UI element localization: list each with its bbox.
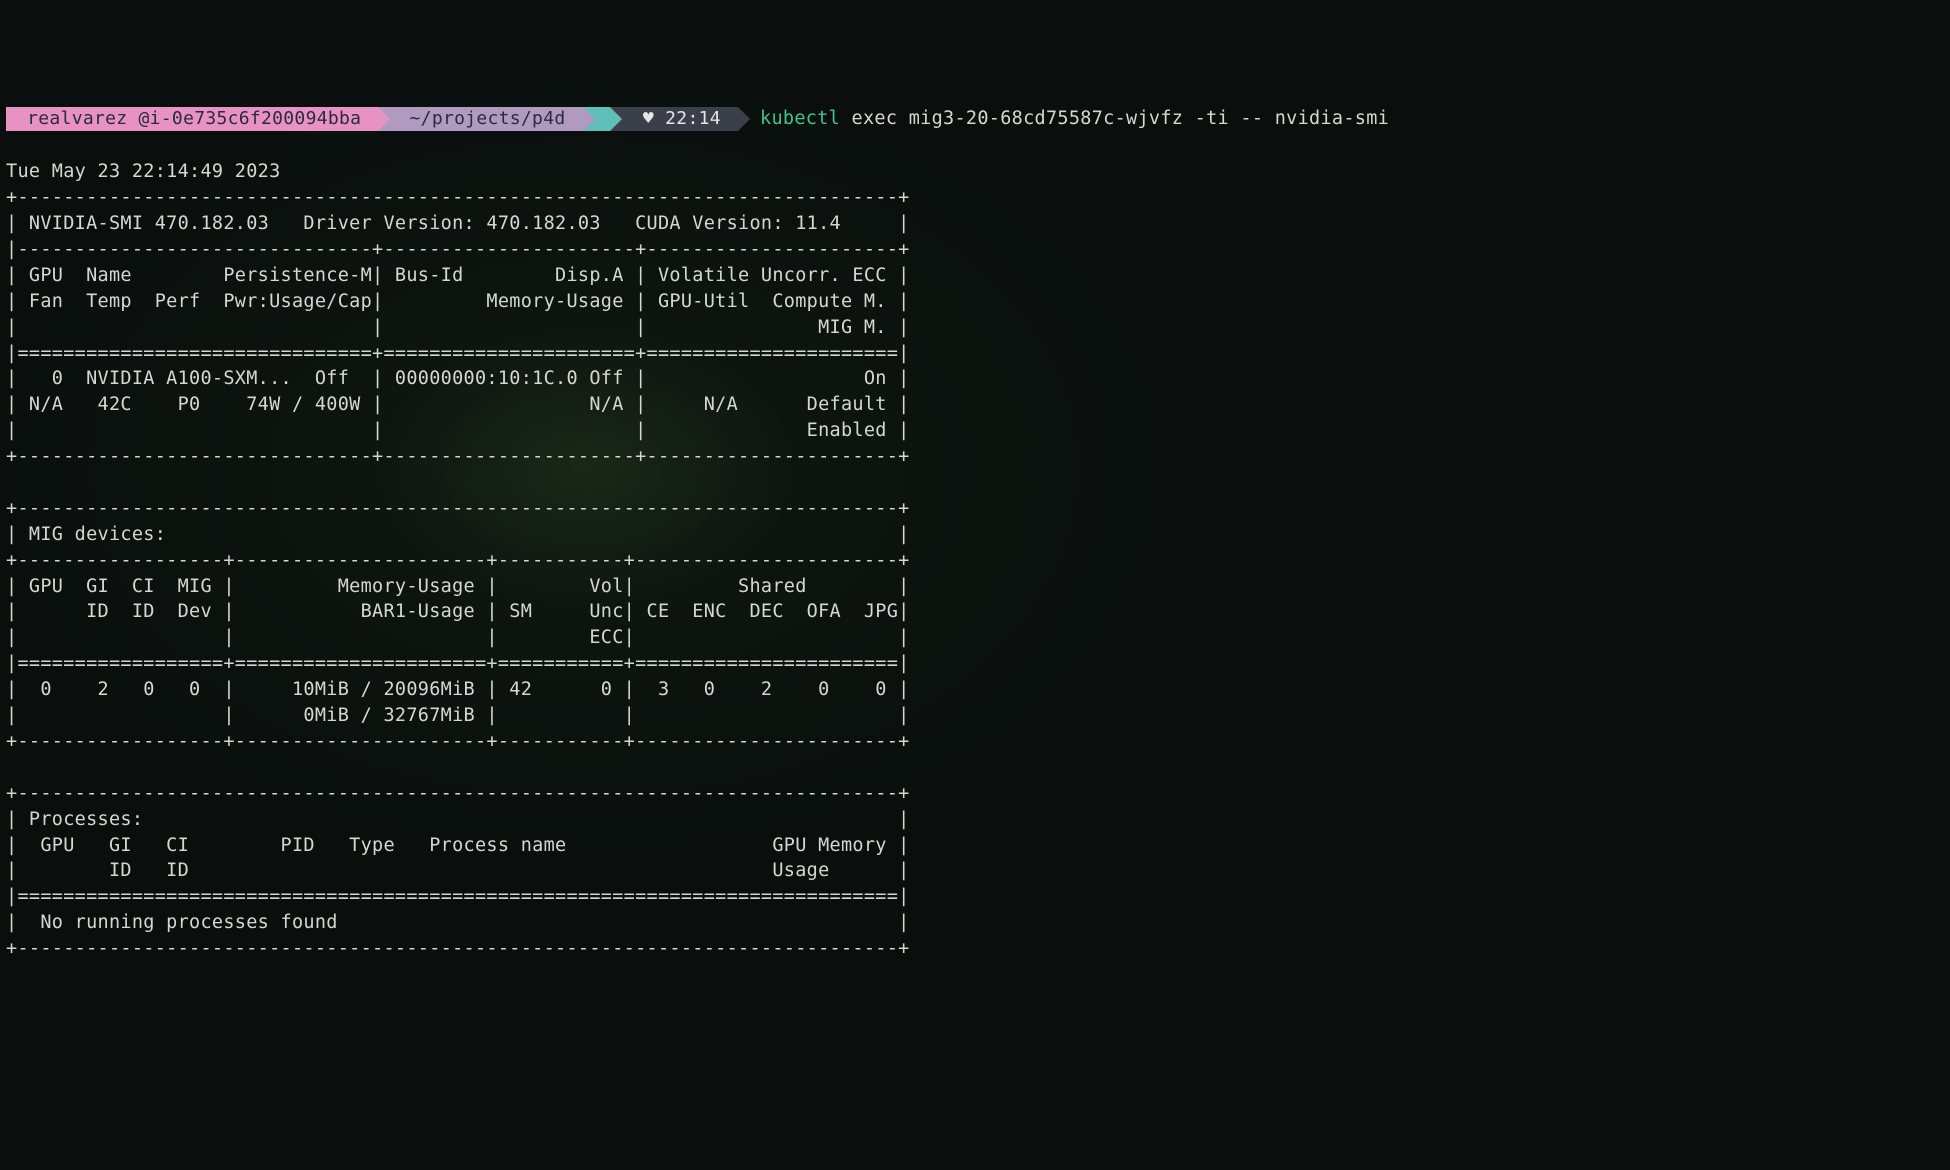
shell-command[interactable]: kubectl exec mig3-20-68cd75587c-wjvfz -t… bbox=[760, 106, 1389, 132]
gpu-header-row-1: | GPU Name Persistence-M| Bus-Id Disp.A … bbox=[6, 265, 910, 286]
gpu-header-row-3: | | | MIG M. | bbox=[6, 317, 910, 338]
processes-header-2: | ID ID Usage | bbox=[6, 860, 910, 881]
table-separator: |===============================+=======… bbox=[6, 343, 910, 364]
table-separator: |=======================================… bbox=[6, 886, 910, 907]
table-border: +---------------------------------------… bbox=[6, 783, 910, 804]
mig-header-row-2: | ID ID Dev | BAR1-Usage | SM Unc| CE EN… bbox=[6, 601, 910, 622]
mig-header-row-1: | GPU GI CI MIG | Memory-Usage | Vol| Sh… bbox=[6, 576, 910, 597]
header-versions: | NVIDIA-SMI 470.182.03 Driver Version: … bbox=[6, 213, 910, 234]
gpu-row-1: | 0 NVIDIA A100-SXM... Off | 00000000:10… bbox=[6, 368, 910, 389]
output-timestamp: Tue May 23 22:14:49 2023 bbox=[6, 161, 281, 182]
prompt-path: ~/projects/p4d bbox=[410, 108, 566, 129]
prompt-time-segment: ♥ 22:14 bbox=[610, 107, 738, 131]
prompt-user: realvarez bbox=[27, 108, 127, 129]
gpu-row-3: | | | Enabled | bbox=[6, 420, 910, 441]
shell-prompt[interactable]: realvarez @i-0e735c6f200094bba ~/project… bbox=[6, 106, 1944, 132]
gpu-header-row-2: | Fan Temp Perf Pwr:Usage/Cap| Memory-Us… bbox=[6, 291, 910, 312]
table-separator: |-------------------------------+-------… bbox=[6, 239, 910, 260]
table-border: +---------------------------------------… bbox=[6, 187, 910, 208]
gpu-row-2: | N/A 42C P0 74W / 400W | N/A | N/A Defa… bbox=[6, 394, 910, 415]
cmd-keyword: kubectl bbox=[760, 108, 840, 129]
table-separator: |==================+====================… bbox=[6, 653, 910, 674]
no-processes-msg: | No running processes found | bbox=[6, 912, 910, 933]
table-border: +-------------------------------+-------… bbox=[6, 446, 910, 467]
mig-row-1: | 0 2 0 0 | 10MiB / 20096MiB | 42 0 | 3 … bbox=[6, 679, 910, 700]
table-border: +------------------+--------------------… bbox=[6, 731, 910, 752]
nvidia-smi-output: Tue May 23 22:14:49 2023 +--------------… bbox=[6, 159, 1944, 962]
prompt-host: @i-0e735c6f200094bba bbox=[139, 108, 362, 129]
cmd-args: exec mig3-20-68cd75587c-wjvfz -ti -- nvi… bbox=[840, 108, 1389, 129]
heart-icon: ♥ bbox=[643, 108, 654, 129]
prompt-time: 22:14 bbox=[665, 108, 721, 129]
table-border: +---------------------------------------… bbox=[6, 498, 910, 519]
prompt-path-segment: ~/projects/p4d bbox=[378, 107, 582, 131]
mig-row-2: | | 0MiB / 32767MiB | | | bbox=[6, 705, 910, 726]
prompt-user-host-segment: realvarez @i-0e735c6f200094bba bbox=[6, 107, 378, 131]
processes-title: | Processes: | bbox=[6, 809, 910, 830]
table-separator: +------------------+--------------------… bbox=[6, 550, 910, 571]
table-border: +---------------------------------------… bbox=[6, 938, 910, 959]
processes-header-1: | GPU GI CI PID Type Process name GPU Me… bbox=[6, 835, 910, 856]
mig-title: | MIG devices: | bbox=[6, 524, 910, 545]
mig-header-row-3: | | | ECC| | bbox=[6, 627, 910, 648]
